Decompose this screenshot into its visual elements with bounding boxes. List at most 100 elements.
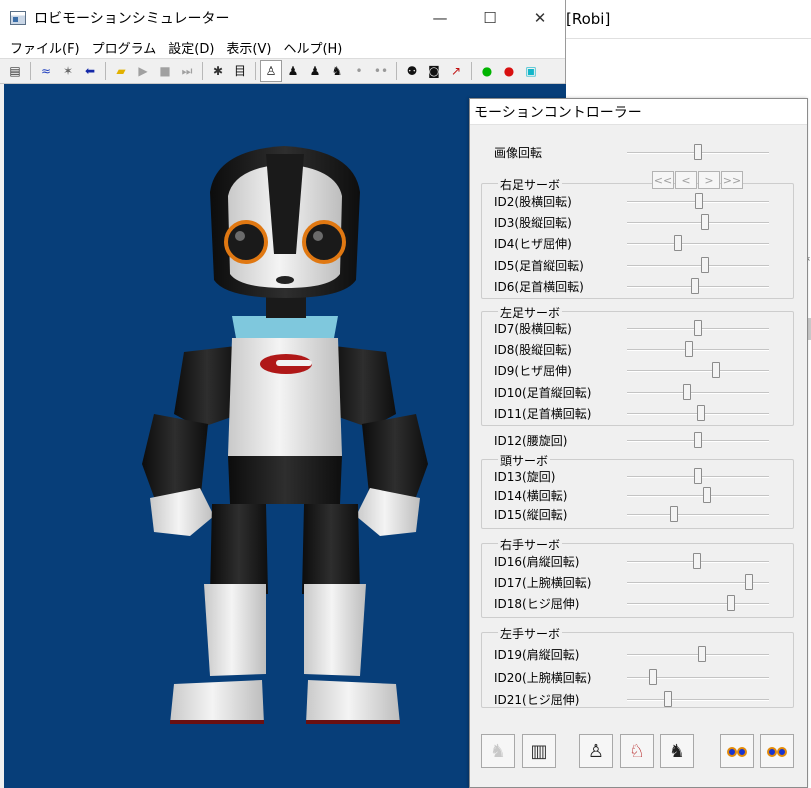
remote-control-button[interactable]: ▥ xyxy=(522,734,556,768)
slider-thumb[interactable] xyxy=(694,144,702,160)
bug-icon[interactable]: ✱ xyxy=(207,60,229,82)
robot-walking-icon: ♘ xyxy=(628,740,646,762)
menu-bar: ファイル(F) プログラム 設定(D) 表示(V) ヘルプ(H) xyxy=(0,36,565,58)
right-eye xyxy=(224,220,268,264)
slider-thumb[interactable] xyxy=(692,553,701,569)
back-arrow-icon[interactable]: ⬅ xyxy=(79,60,101,82)
servo-row: ID10(足首縦回転) xyxy=(470,382,809,402)
slider-thumb[interactable] xyxy=(695,193,704,209)
previous-frame-button[interactable]: < xyxy=(675,171,697,189)
servo-slider[interactable] xyxy=(627,214,769,231)
servo-slider[interactable] xyxy=(627,646,769,662)
servo-slider[interactable] xyxy=(627,553,769,569)
servo-slider[interactable] xyxy=(627,487,769,503)
robot-stand-icon[interactable]: ♟ xyxy=(304,60,326,82)
robots-pair-icon[interactable]: ⚉ xyxy=(401,60,423,82)
step-icon[interactable]: ⏭ xyxy=(176,60,198,82)
red-light-icon[interactable]: ● xyxy=(498,60,520,82)
menu-program[interactable]: プログラム xyxy=(86,38,163,57)
menu-view[interactable]: 表示(V) xyxy=(220,38,277,57)
servo-slider[interactable] xyxy=(627,277,769,294)
next-frame-button[interactable]: > xyxy=(698,171,720,189)
servo-row: ID14(横回転) xyxy=(470,485,809,505)
servo-label: ID11(足首横回転) xyxy=(494,406,592,421)
servo-slider[interactable] xyxy=(627,193,769,209)
slider-thumb[interactable] xyxy=(712,362,721,379)
minimize-button[interactable]: — xyxy=(415,0,465,36)
image-rotation-slider[interactable] xyxy=(627,144,769,160)
slider-thumb[interactable] xyxy=(664,691,673,707)
camera-icon[interactable]: ◙ xyxy=(423,60,445,82)
robot-teal-icon[interactable]: ▣ xyxy=(520,60,542,82)
dance-icon[interactable]: ✶ xyxy=(57,60,79,82)
servo-slider[interactable] xyxy=(627,668,769,685)
slider-thumb[interactable] xyxy=(745,574,754,591)
robot-head-gray-button[interactable]: ♞ xyxy=(481,734,515,768)
servo-slider[interactable] xyxy=(627,341,769,358)
slider-thumb[interactable] xyxy=(669,506,678,522)
motion-controller-title[interactable]: モーションコントローラー xyxy=(470,99,807,125)
frame-icon[interactable]: 目 xyxy=(229,60,251,82)
stop-icon[interactable]: ■ xyxy=(154,60,176,82)
slider-thumb[interactable] xyxy=(648,668,657,685)
title-bar[interactable]: ロビモーションシミュレーター — ☐ ✕ xyxy=(0,0,565,36)
slider-thumb[interactable] xyxy=(726,595,735,612)
servo-slider[interactable] xyxy=(627,404,769,421)
menu-help[interactable]: ヘルプ(H) xyxy=(277,38,348,57)
toolbar-separator xyxy=(202,62,203,80)
slider-thumb[interactable] xyxy=(701,256,710,273)
robot-kneeling-button[interactable]: ♞ xyxy=(660,734,694,768)
slider-thumb[interactable] xyxy=(674,235,683,252)
eye-single-icon[interactable]: • xyxy=(348,60,370,82)
robot-standing-button[interactable]: ♙ xyxy=(579,734,613,768)
right-foot xyxy=(170,680,264,724)
folder-open-icon[interactable]: ▰ xyxy=(110,60,132,82)
navigation-buttons: << < > >> xyxy=(652,171,744,189)
robot-sit-icon[interactable]: ♞ xyxy=(326,60,348,82)
servo-slider[interactable] xyxy=(627,691,769,707)
robot-front-icon[interactable]: ♙ xyxy=(260,60,282,82)
slider-thumb[interactable] xyxy=(696,404,705,421)
green-light-icon[interactable]: ● xyxy=(476,60,498,82)
eyes-blue-button[interactable] xyxy=(720,734,754,768)
robot-walking-button[interactable]: ♘ xyxy=(620,734,654,768)
servo-slider[interactable] xyxy=(627,595,769,612)
first-frame-button[interactable]: << xyxy=(652,171,674,189)
eyes-double-icon[interactable]: •• xyxy=(370,60,392,82)
slider-thumb[interactable] xyxy=(682,383,691,400)
servo-slider[interactable] xyxy=(627,383,769,400)
servo-label: ID19(肩縦回転) xyxy=(494,648,580,662)
maximize-button[interactable]: ☐ xyxy=(465,0,515,36)
slider-thumb[interactable] xyxy=(702,487,711,503)
close-button[interactable]: ✕ xyxy=(515,0,565,36)
slider-thumb[interactable] xyxy=(694,468,702,484)
servo-slider[interactable] xyxy=(627,320,769,336)
slider-thumb[interactable] xyxy=(698,646,707,662)
servo-slider[interactable] xyxy=(627,574,769,591)
slider-thumb[interactable] xyxy=(685,341,694,358)
menu-file[interactable]: ファイル(F) xyxy=(4,38,86,57)
wave-icon[interactable]: ≈ xyxy=(35,60,57,82)
menu-settings[interactable]: 設定(D) xyxy=(162,38,220,57)
servo-slider[interactable] xyxy=(627,362,769,379)
image-rotation-row: 画像回転 xyxy=(470,142,809,162)
servo-label: ID9(ヒザ屈伸) xyxy=(494,364,572,379)
servo-slider[interactable] xyxy=(627,468,769,484)
servo-slider[interactable] xyxy=(627,235,769,252)
list-icon[interactable]: ▤ xyxy=(4,60,26,82)
slider-thumb[interactable] xyxy=(691,277,700,294)
servo-slider[interactable] xyxy=(627,256,769,273)
servo-slider[interactable] xyxy=(627,506,769,522)
waist-slider[interactable] xyxy=(627,432,769,448)
toolbar: ▤ ≈ ✶ ⬅ ▰ ▶ ■ ⏭ ✱ 目 ♙ ♟ ♟ ♞ • •• ⚉ ◙ ↗ ● ● ▣ xyxy=(0,58,565,84)
app-icon xyxy=(10,11,26,25)
play-icon[interactable]: ▶ xyxy=(132,60,154,82)
slider-thumb[interactable] xyxy=(694,432,702,448)
eyes-blue-button-2[interactable] xyxy=(760,734,794,768)
slider-thumb[interactable] xyxy=(701,214,710,231)
slider-thumb[interactable] xyxy=(694,320,702,336)
mouth xyxy=(276,276,294,284)
robot-arm-up-icon[interactable]: ♟ xyxy=(282,60,304,82)
last-frame-button[interactable]: >> xyxy=(721,171,743,189)
robot-walk-icon[interactable]: ↗ xyxy=(445,60,467,82)
